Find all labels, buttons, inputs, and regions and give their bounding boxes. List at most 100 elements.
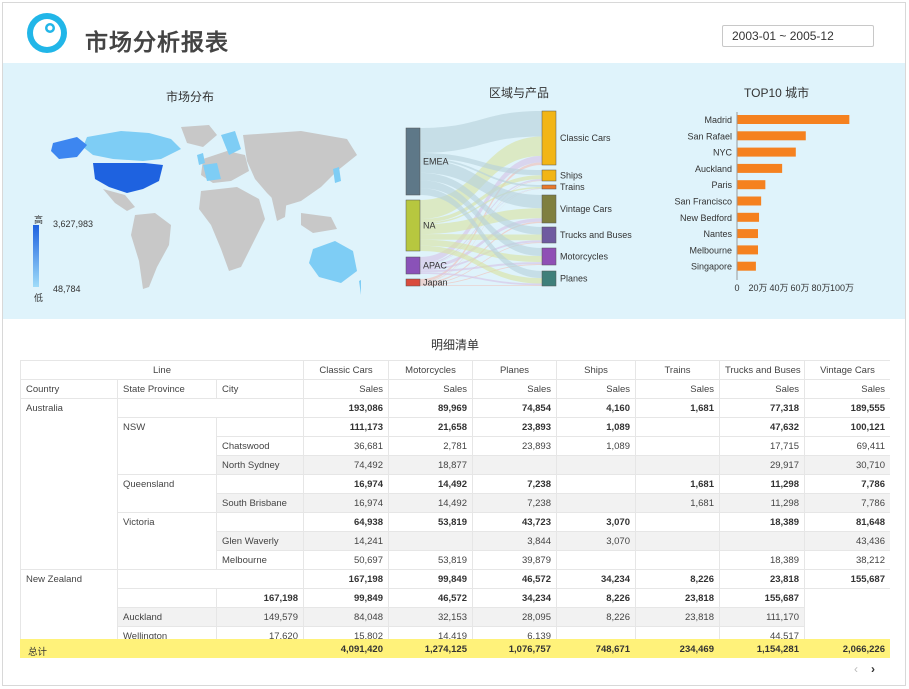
col-header-product[interactable]: Vintage Cars	[804, 360, 890, 380]
col-header-product[interactable]: Ships	[556, 360, 636, 380]
cell-sales	[719, 531, 805, 551]
sankey-node-product[interactable]	[541, 226, 557, 244]
cell-sales: 46,572	[388, 588, 473, 608]
table-row[interactable]: Auckland 149,579 84,048 32,153 28,095 8,226 23…	[21, 607, 891, 627]
bar-category-label: San Rafael	[687, 131, 732, 141]
sankey-node-region[interactable]	[405, 256, 421, 275]
cell-sales: 84,048	[303, 607, 389, 627]
map-region-new-zealand	[359, 280, 361, 295]
cell-country: Australia	[20, 398, 118, 570]
pager-prev-button[interactable]: ‹	[854, 662, 858, 676]
measure-header[interactable]: Sales	[472, 379, 557, 399]
bar[interactable]	[737, 229, 758, 239]
cell-sales: 1,681	[635, 398, 720, 418]
cell-sales: 14,492	[388, 474, 473, 494]
map-region-india	[271, 195, 287, 221]
sankey-node-product[interactable]	[541, 184, 557, 190]
bar[interactable]	[737, 163, 783, 173]
map-region-usa	[93, 163, 163, 193]
dim-header-state[interactable]: State Province	[117, 379, 217, 399]
sankey-node-region[interactable]	[405, 199, 421, 252]
cell-sales: 69,411	[804, 436, 890, 456]
dim-header-country[interactable]: Country	[20, 379, 118, 399]
cell-sales: 50,697	[303, 550, 389, 570]
measure-header[interactable]: Sales	[804, 379, 890, 399]
sankey-node-region[interactable]	[405, 127, 421, 196]
cell-sales	[556, 493, 636, 513]
bar[interactable]	[737, 131, 806, 141]
col-header-product[interactable]: Planes	[472, 360, 557, 380]
sankey-node-product[interactable]	[541, 194, 557, 224]
legend-low-label: 低	[34, 293, 44, 303]
cell-city	[216, 417, 304, 437]
measure-header[interactable]: Sales	[719, 379, 805, 399]
cell-sales: 39,879	[472, 550, 557, 570]
cell-sales: 2,781	[388, 436, 473, 456]
x-tick-label: 0	[734, 283, 739, 293]
map-region-alaska	[51, 137, 87, 159]
bar[interactable]	[737, 261, 756, 271]
cell-sales: 1,681	[635, 474, 720, 494]
cell-sales: 16,974	[303, 474, 389, 494]
col-header-product[interactable]: Trucks and Buses	[719, 360, 805, 380]
legend-min-value: 48,784	[53, 284, 81, 294]
detail-table-scroll[interactable]: Line Classic Cars Motorcycles Planes Shi…	[20, 360, 890, 639]
bar[interactable]	[737, 180, 766, 190]
dim-header-city[interactable]: City	[216, 379, 304, 399]
sankey-node-product[interactable]	[541, 169, 557, 182]
bar[interactable]	[737, 147, 796, 157]
measure-header[interactable]: Sales	[635, 379, 720, 399]
cell-sales: 11,298	[719, 493, 805, 513]
bar[interactable]	[737, 196, 762, 206]
cell-sales: 14,419	[388, 626, 473, 639]
date-range-picker[interactable]: 2003-01 ~ 2005-12	[722, 25, 874, 47]
measure-header[interactable]: Sales	[556, 379, 636, 399]
cell-sales: 34,234	[556, 569, 636, 589]
table-row[interactable]: 167,198 99,849 46,572 34,234 8,226 23,818 155,…	[21, 588, 891, 608]
cell-sales: 18,389	[719, 550, 805, 570]
bar[interactable]	[737, 212, 760, 222]
measure-header[interactable]: Sales	[388, 379, 473, 399]
sankey-node-product[interactable]	[541, 270, 557, 287]
cell-state	[117, 398, 304, 418]
measure-header[interactable]: Sales	[303, 379, 389, 399]
map-region-south-america	[131, 213, 171, 289]
cell-sales: 167,198	[216, 588, 304, 608]
sankey-node-product[interactable]	[541, 110, 557, 166]
cell-city: South Brisbane	[216, 493, 304, 513]
table-row[interactable]: Australia 193,086 89,969 74,854 4,160 1,681 77…	[20, 398, 890, 570]
table-row[interactable]: New Zealand 167,198 99,849 46,572 34,234 8,22…	[20, 569, 890, 639]
cell-city: Wellington	[117, 626, 217, 639]
pager-next-button[interactable]: ›	[871, 662, 875, 676]
cell-sales: 193,086	[303, 398, 389, 418]
bar[interactable]	[737, 115, 850, 124]
cell-sales: 8,226	[635, 569, 720, 589]
map-region-mexico	[103, 189, 135, 211]
col-header-product[interactable]: Trains	[635, 360, 720, 380]
table-row[interactable]: Wellington 17,620 15,802 14,419 6,139 44,517	[21, 626, 891, 639]
cell-sales: 111,170	[719, 607, 805, 627]
bar-category-label: New Bedford	[680, 213, 732, 223]
bar-category-label: NYC	[713, 148, 733, 158]
cell-sales: 14,492	[388, 493, 473, 513]
sankey-node-product[interactable]	[541, 247, 557, 266]
cell-city: Glen Waverly	[216, 531, 304, 551]
sankey-node-region[interactable]	[405, 278, 421, 287]
table-row[interactable]: Queensland 16,974 14,492 7,238 1,681 11,298 7,…	[21, 474, 890, 513]
col-header-product[interactable]: Motorcycles	[388, 360, 473, 380]
cell-sales: 81,648	[804, 512, 890, 532]
cell-sales	[388, 531, 473, 551]
map-region-scandinavia	[221, 131, 241, 155]
cell-sales: 23,893	[472, 436, 557, 456]
bar[interactable]	[737, 245, 758, 255]
sankey-product-label: Motorcycles	[560, 252, 609, 262]
header-row-dims: Country State Province City Sales Sales …	[20, 379, 890, 399]
cell-state: NSW	[117, 417, 217, 475]
bar-category-label: Melbourne	[689, 245, 732, 255]
table-row[interactable]: NSW 111,173 21,658 23,893 1,089 47,632 100,121	[21, 417, 890, 475]
col-header-product[interactable]: Classic Cars	[303, 360, 389, 380]
cell-sales: 23,818	[719, 569, 805, 589]
cell-sales: 30,710	[804, 455, 890, 475]
cell-sales: 149,579	[216, 607, 304, 627]
table-row[interactable]: Victoria 64,938 53,819 43,723 3,070 18,389 81,…	[21, 512, 890, 570]
